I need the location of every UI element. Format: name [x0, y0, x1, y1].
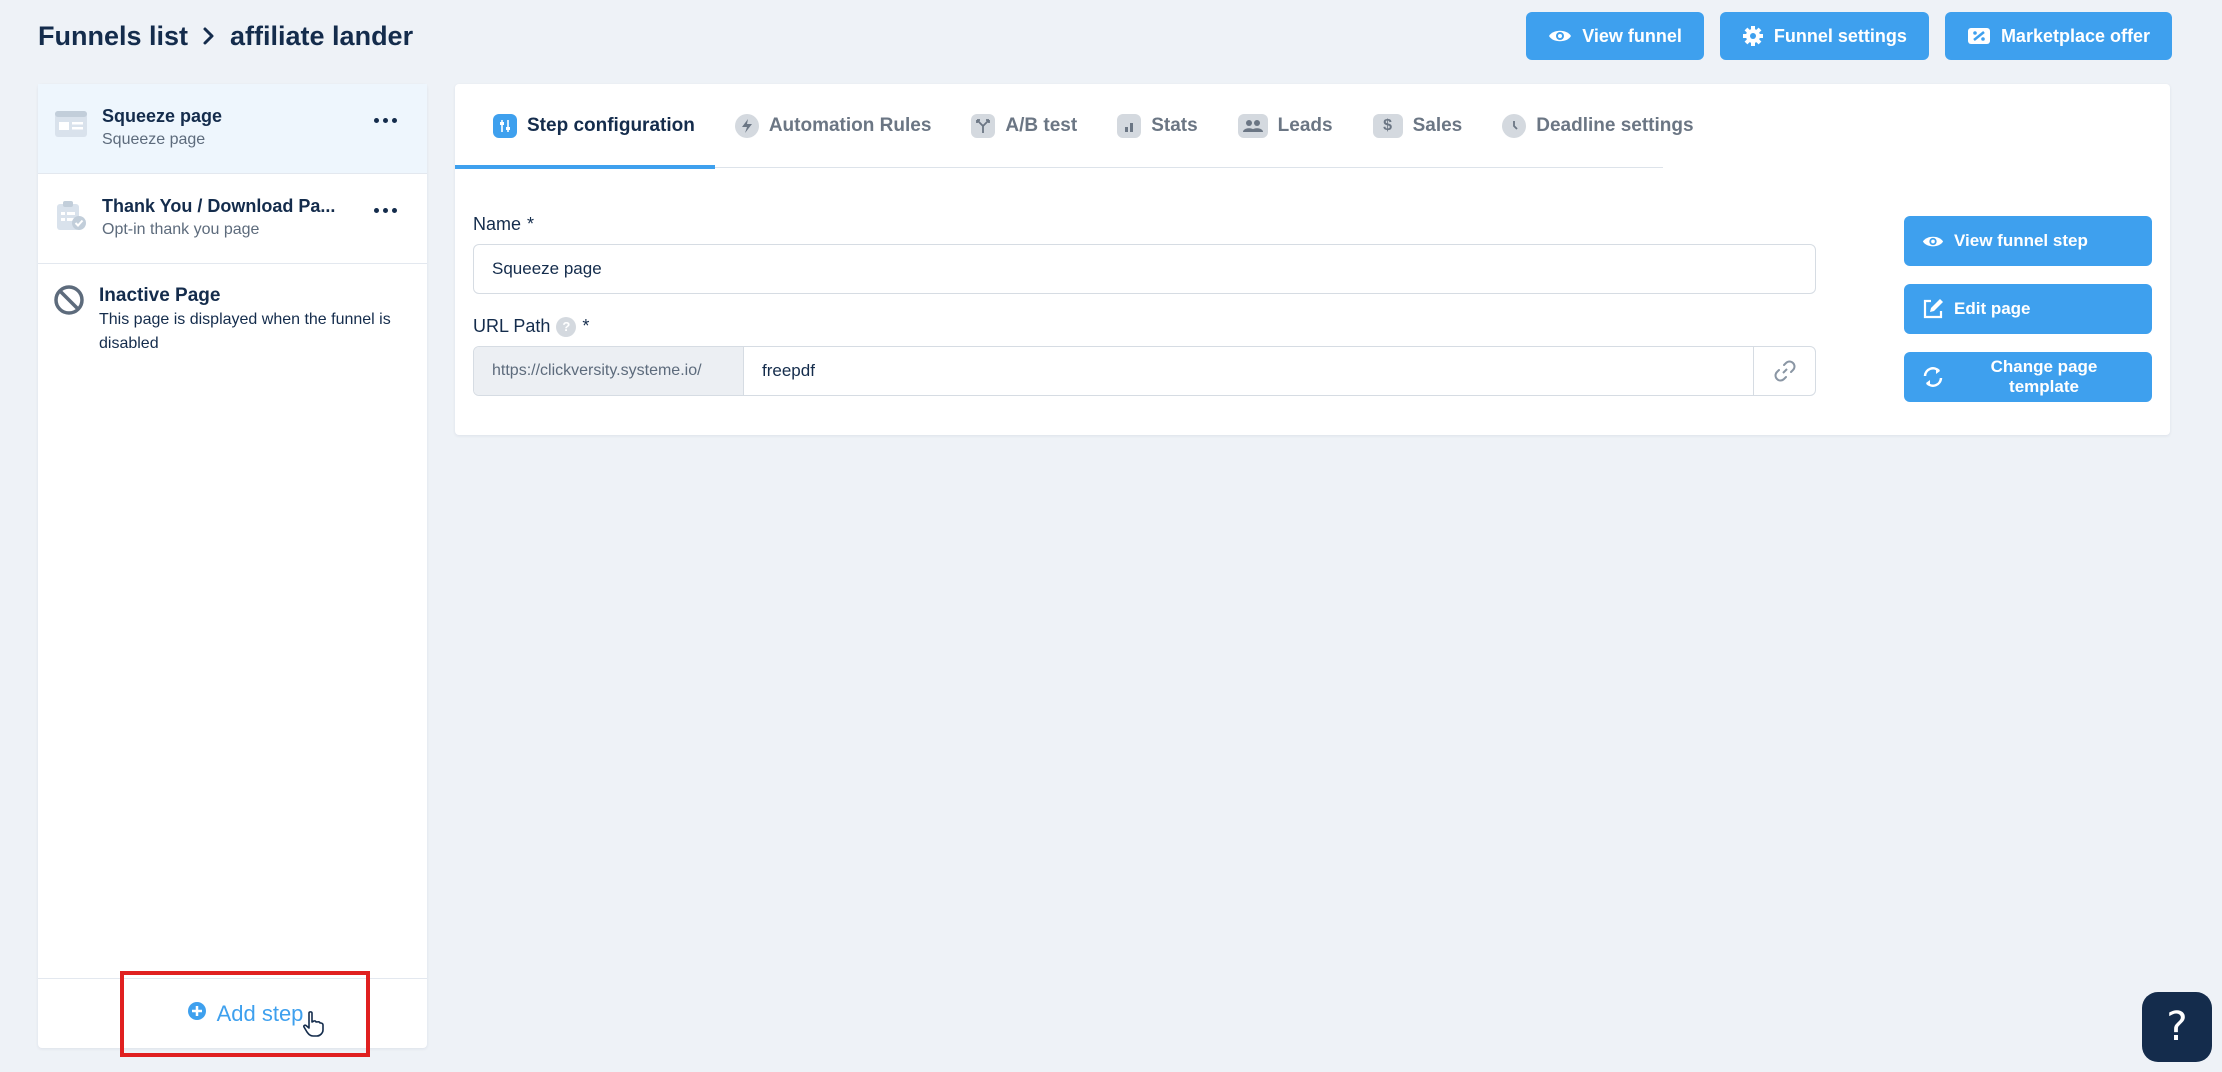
- required-marker: *: [527, 214, 535, 234]
- tab-label: Leads: [1277, 114, 1333, 136]
- view-funnel-step-label: View funnel step: [1954, 231, 2088, 250]
- view-funnel-step-button[interactable]: View funnel step: [1904, 216, 2152, 266]
- copy-link-icon[interactable]: [1753, 347, 1815, 395]
- chevron-right-icon: [202, 26, 216, 46]
- eye-icon: [1922, 234, 1944, 249]
- add-step-bar: Add step: [38, 971, 427, 1057]
- change-page-template-label: Change page template: [1990, 357, 2098, 396]
- required-marker: *: [582, 316, 590, 336]
- breadcrumb-current: affiliate lander: [230, 20, 414, 51]
- step-item-squeeze-page[interactable]: Squeeze page Squeeze page: [38, 84, 427, 174]
- step-subtitle: Opt-in thank you page: [102, 221, 260, 238]
- more-options-icon[interactable]: [371, 112, 399, 128]
- ticket-icon: [1967, 26, 1991, 46]
- inactive-page-item[interactable]: Inactive Page This page is displayed whe…: [38, 264, 427, 356]
- tab-leads[interactable]: Leads: [1237, 84, 1333, 168]
- tab-ab-test[interactable]: A/B test: [971, 84, 1077, 168]
- url-path-group: https://clickversity.systeme.io/: [473, 346, 1816, 396]
- page-layout-icon: [54, 110, 88, 143]
- add-step-label: Add step: [216, 1001, 304, 1026]
- inactive-page-description: This page is displayed when the funnel i…: [99, 311, 391, 352]
- marketplace-offer-button[interactable]: Marketplace offer: [1944, 12, 2172, 60]
- more-options-icon[interactable]: [371, 202, 399, 218]
- inactive-page-title: Inactive Page: [99, 285, 221, 306]
- step-item-thank-you-page[interactable]: Thank You / Download Pa... Opt-in thank …: [38, 174, 427, 264]
- name-input[interactable]: [473, 244, 1816, 294]
- edit-icon: [1922, 298, 1944, 320]
- tab-label: Step configuration: [527, 114, 695, 136]
- change-page-template-button[interactable]: Change page template: [1904, 352, 2152, 402]
- name-field-label: Name *: [473, 214, 534, 235]
- tab-label: Stats: [1151, 114, 1198, 136]
- tab-deadline-settings[interactable]: Deadline settings: [1502, 84, 1694, 168]
- tab-label: Sales: [1412, 114, 1463, 136]
- marketplace-offer-label: Marketplace offer: [2000, 25, 2150, 46]
- breadcrumb: Funnels list affiliate lander: [38, 18, 413, 54]
- tab-step-configuration[interactable]: Step configuration: [455, 84, 715, 169]
- gear-icon: [1742, 25, 1764, 47]
- clipboard-check-icon: [54, 200, 88, 237]
- add-step-button[interactable]: Add step: [120, 971, 370, 1057]
- step-side-actions: View funnel step Edit page Change page t…: [1904, 216, 2152, 402]
- dollar-icon: $: [1372, 113, 1403, 138]
- hand-cursor-icon: [302, 1011, 324, 1043]
- tab-label: Automation Rules: [768, 114, 932, 136]
- url-path-field-label: URL Path ? *: [473, 316, 589, 337]
- eye-icon: [1548, 28, 1572, 44]
- edit-page-button[interactable]: Edit page: [1904, 284, 2152, 334]
- lightning-icon: [734, 113, 759, 138]
- view-funnel-label: View funnel: [1582, 25, 1682, 46]
- step-subtitle: Squeeze page: [102, 131, 206, 148]
- header-actions: View funnel Funnel settings Marketplace …: [1526, 12, 2172, 60]
- url-prefix: https://clickversity.systeme.io/: [474, 347, 744, 395]
- tab-label: Deadline settings: [1536, 114, 1694, 136]
- funnel-settings-button[interactable]: Funnel settings: [1719, 12, 1929, 60]
- disabled-circle-icon: [53, 284, 85, 321]
- url-path-label: URL Path: [473, 316, 551, 336]
- users-icon: [1237, 113, 1268, 138]
- clock-icon: [1502, 113, 1527, 138]
- help-icon[interactable]: ?: [556, 316, 577, 337]
- tab-stats[interactable]: Stats: [1117, 84, 1198, 168]
- step-tabs: Step configuration Automation Rules A/B …: [455, 84, 1694, 169]
- tab-label: A/B test: [1005, 114, 1078, 136]
- funnel-settings-label: Funnel settings: [1773, 25, 1907, 46]
- funnel-steps-sidebar: Squeeze page Squeeze page Thank You / Do…: [38, 84, 427, 1057]
- bar-chart-icon: [1117, 113, 1142, 138]
- breadcrumb-funnels-list-link[interactable]: Funnels list: [38, 21, 188, 52]
- tab-sales[interactable]: $ Sales: [1372, 84, 1463, 168]
- url-path-input[interactable]: [744, 347, 1753, 395]
- name-label: Name: [473, 214, 522, 234]
- sliders-icon: [493, 113, 517, 138]
- edit-page-label: Edit page: [1954, 299, 2031, 318]
- refresh-icon: [1922, 366, 1944, 388]
- tab-automation-rules[interactable]: Automation Rules: [734, 84, 932, 168]
- split-arrows-icon: [971, 113, 996, 138]
- step-config-panel: Step configuration Automation Rules A/B …: [455, 84, 2170, 435]
- plus-circle-icon: [187, 1001, 207, 1027]
- view-funnel-button[interactable]: View funnel: [1526, 12, 1704, 60]
- help-chat-button[interactable]: ?: [2142, 992, 2212, 1062]
